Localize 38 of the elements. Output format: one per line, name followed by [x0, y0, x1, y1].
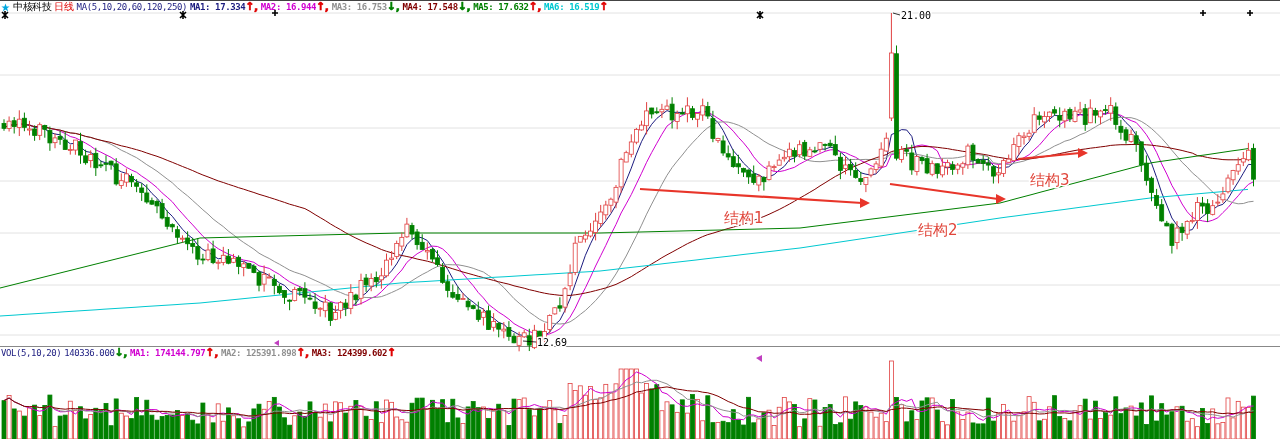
event-marker-icon: [179, 10, 187, 20]
event-marker-icon: [756, 10, 764, 20]
star-icon: [1, 2, 10, 12]
ma-value: MA1: 17.334: [190, 1, 246, 13]
annotation-label: 结构3: [1030, 171, 1070, 189]
ma-value: MA6: 16.519: [544, 1, 600, 13]
trend-arrow: ↑,: [528, 1, 542, 13]
trend-arrow: ↑,: [316, 1, 329, 13]
triangle-marker-icon: [274, 340, 279, 346]
trend-arrow: ↑,: [245, 1, 258, 13]
trend-arrow: ↑,: [296, 347, 309, 359]
ma-value: MA2: 125391.898: [220, 347, 297, 359]
triangle-marker-icon: [756, 355, 762, 362]
trend-arrow: ↑: [599, 1, 609, 13]
annotation-arrow: [1017, 148, 1088, 161]
trend-arrow: ↑,: [205, 347, 218, 359]
ma-value: MA2: 16.944: [260, 1, 317, 13]
volume-value: 140336.000: [64, 347, 115, 359]
trend-arrow: ↓,: [386, 1, 400, 13]
trend-arrow: ↓,: [457, 1, 471, 13]
stock-name: 中核科技: [13, 1, 52, 13]
indicator-label: MA(5,10,20,60,120,250): [76, 1, 187, 13]
trend-arrow: ↑: [387, 347, 396, 359]
ma-value: MA1: 174144.797: [130, 347, 206, 359]
event-marker-icon: [1, 10, 9, 20]
ma-value: MA3: 124399.602: [311, 347, 388, 359]
price-leader-line: [522, 340, 537, 343]
ma-value: MA5: 17.632: [473, 1, 529, 13]
event-marker-icon: [1246, 9, 1254, 17]
indicator-label: VOL(5,10,20): [1, 347, 62, 359]
price-label: 21.00: [901, 10, 932, 21]
ma-value: MA4: 17.548: [402, 1, 458, 13]
ma-value: MA3: 16.753: [331, 1, 387, 13]
event-marker-icon: [1199, 9, 1207, 17]
period-label: 日线: [54, 1, 74, 13]
price-leader-line: [892, 12, 901, 16]
trend-arrow: ↓,: [114, 347, 128, 359]
event-marker-icon: [271, 9, 279, 17]
